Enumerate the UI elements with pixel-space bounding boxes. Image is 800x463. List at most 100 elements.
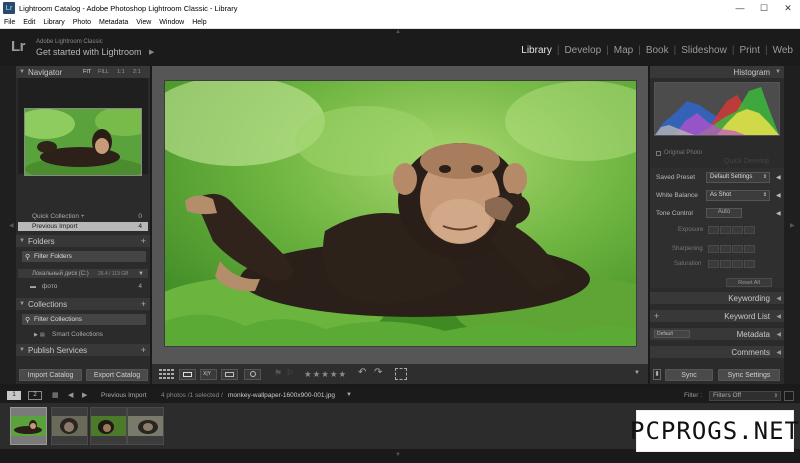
zoom-fill[interactable]: FILL	[98, 69, 109, 75]
keyword-list-header[interactable]: + Keyword List ◀	[650, 310, 784, 322]
menu-window[interactable]: Window	[159, 19, 184, 26]
star-rating[interactable]: ★★★★★	[304, 369, 347, 380]
original-photo-checkbox[interactable]: Original Photo	[656, 150, 702, 156]
rotate-right-icon[interactable]: ↷	[374, 367, 382, 378]
exposure-plus[interactable]	[732, 226, 743, 234]
menu-metadata[interactable]: Metadata	[99, 19, 128, 26]
get-started-link[interactable]: Get started with Lightroom	[36, 47, 142, 57]
collapse-section-icon[interactable]: ◀	[776, 192, 781, 199]
collapse-section-icon[interactable]: ◀	[776, 174, 781, 181]
survey-view-button[interactable]	[221, 369, 238, 380]
module-library[interactable]: Library	[516, 45, 557, 56]
filter-folders-input[interactable]: ⚲ Filter Folders	[22, 251, 146, 262]
sharpening-minus-large[interactable]	[708, 245, 719, 253]
right-panel-toggle-icon[interactable]: ▶	[790, 222, 795, 229]
grid-view-icon[interactable]: ▦	[52, 391, 59, 399]
add-collection-icon[interactable]: +	[141, 299, 146, 309]
grid-view-icon[interactable]	[159, 369, 174, 379]
add-folder-icon[interactable]: +	[141, 236, 146, 246]
collapse-section-icon[interactable]: ◀	[776, 210, 781, 217]
crop-overlay-icon[interactable]	[395, 368, 407, 380]
add-keyword-icon[interactable]: +	[654, 311, 659, 321]
saturation-plus[interactable]	[732, 260, 743, 268]
keywording-header[interactable]: Keywording ◀	[650, 292, 784, 304]
catalog-quick-collection[interactable]: Quick Collection +0	[18, 212, 148, 221]
module-develop[interactable]: Develop	[559, 45, 606, 56]
filter-collections-input[interactable]: ⚲ Filter Collections	[22, 314, 146, 325]
compare-view-button[interactable]: X|Y	[200, 369, 217, 380]
sharpening-plus[interactable]	[732, 245, 743, 253]
volume-row[interactable]: Локальный диск (C:) 26.4 / 119 GB ▼	[18, 269, 148, 278]
sharpening-minus[interactable]	[720, 245, 731, 253]
filmstrip-thumbnail[interactable]	[10, 407, 47, 445]
collections-header[interactable]: ▼ Collections +	[16, 298, 150, 310]
module-map[interactable]: Map	[609, 45, 638, 56]
menu-view[interactable]: View	[136, 19, 151, 26]
filmstrip-toggle-icon[interactable]: ▼	[395, 452, 401, 458]
top-panel-toggle-icon[interactable]: ▲	[395, 29, 401, 35]
zoom-1-1[interactable]: 1:1	[117, 69, 125, 75]
auto-sync-switch[interactable]: ▮	[653, 369, 661, 380]
zoom-2-1[interactable]: 2:1	[133, 69, 141, 75]
rotate-left-icon[interactable]: ↶	[358, 367, 366, 378]
saved-preset-select[interactable]: Default Settings ⇕	[706, 172, 770, 183]
menu-help[interactable]: Help	[192, 19, 206, 26]
saturation-plus-large[interactable]	[744, 260, 755, 268]
export-catalog-button[interactable]: Export Catalog	[86, 369, 148, 381]
filmstrip-thumbnail[interactable]	[127, 407, 164, 445]
saturation-minus-large[interactable]	[708, 260, 719, 268]
module-slideshow[interactable]: Slideshow	[676, 45, 732, 56]
people-view-button[interactable]	[244, 369, 261, 380]
back-arrow-icon[interactable]: ◀	[68, 391, 73, 399]
primary-window-button[interactable]: 1	[7, 391, 21, 400]
loupe-view-button[interactable]	[179, 369, 196, 380]
toolbar-options-icon[interactable]: ▼	[634, 370, 640, 376]
close-icon[interactable]: ✕	[776, 0, 800, 16]
secondary-window-button[interactable]: 2	[28, 391, 42, 400]
navigator-header[interactable]: ▼ Navigator FIT FILL 1:1 2:1	[16, 66, 150, 78]
sync-settings-button[interactable]: Sync Settings	[718, 369, 780, 381]
module-print[interactable]: Print	[734, 45, 765, 56]
main-photo[interactable]	[164, 80, 637, 347]
publish-services-header[interactable]: ▼ Publish Services +	[16, 344, 150, 356]
metadata-header[interactable]: Default Metadata ◀	[650, 328, 784, 340]
navigator-preview[interactable]	[24, 108, 142, 176]
collection-item[interactable]: ▶ ▤ Smart Collections	[18, 330, 148, 339]
import-catalog-button[interactable]: Import Catalog	[19, 369, 82, 381]
reset-all-button[interactable]: Reset All	[726, 278, 772, 287]
zoom-fit[interactable]: FIT	[83, 69, 91, 75]
source-label[interactable]: Previous Import	[101, 392, 147, 399]
module-book[interactable]: Book	[641, 45, 674, 56]
exposure-plus-large[interactable]	[744, 226, 755, 234]
exposure-minus[interactable]	[720, 226, 731, 234]
menu-photo[interactable]: Photo	[73, 19, 91, 26]
left-panel-toggle-icon[interactable]: ◀	[9, 222, 14, 229]
histogram-header[interactable]: Histogram ▼	[650, 66, 784, 78]
filter-select[interactable]: Filters Off ⇕	[709, 391, 781, 401]
saturation-minus[interactable]	[720, 260, 731, 268]
flag-reject-icon[interactable]: ⚐	[286, 368, 294, 379]
minimize-icon[interactable]: —	[728, 0, 752, 16]
add-publish-service-icon[interactable]: +	[141, 345, 146, 355]
sharpening-plus-large[interactable]	[744, 245, 755, 253]
menu-edit[interactable]: Edit	[23, 19, 35, 26]
catalog-previous-import[interactable]: Previous Import 4	[18, 222, 148, 231]
metadata-preset-select[interactable]: Default	[654, 330, 690, 338]
module-web[interactable]: Web	[768, 45, 798, 56]
filter-lock-icon[interactable]	[784, 391, 794, 401]
forward-arrow-icon[interactable]: ▶	[82, 391, 87, 399]
menu-library[interactable]: Library	[43, 19, 64, 26]
menu-file[interactable]: File	[4, 19, 15, 26]
folder-item[interactable]: ▬ фото 4	[18, 282, 148, 291]
sync-button[interactable]: Sync	[665, 369, 713, 381]
flag-pick-icon[interactable]: ⚑	[274, 368, 282, 379]
exposure-minus-large[interactable]	[708, 226, 719, 234]
filmstrip-thumbnail[interactable]	[51, 407, 88, 445]
folders-header[interactable]: ▼ Folders +	[16, 235, 150, 247]
comments-header[interactable]: Comments ◀	[650, 346, 784, 358]
white-balance-select[interactable]: As Shot ⇕	[706, 190, 770, 201]
selected-filename[interactable]: monkey-wallpaper-1600x900-001.jpg	[228, 392, 335, 399]
filename-dropdown-icon[interactable]: ▼	[346, 392, 352, 398]
filmstrip-thumbnail[interactable]	[90, 407, 127, 445]
auto-tone-button[interactable]: Auto	[706, 208, 742, 218]
